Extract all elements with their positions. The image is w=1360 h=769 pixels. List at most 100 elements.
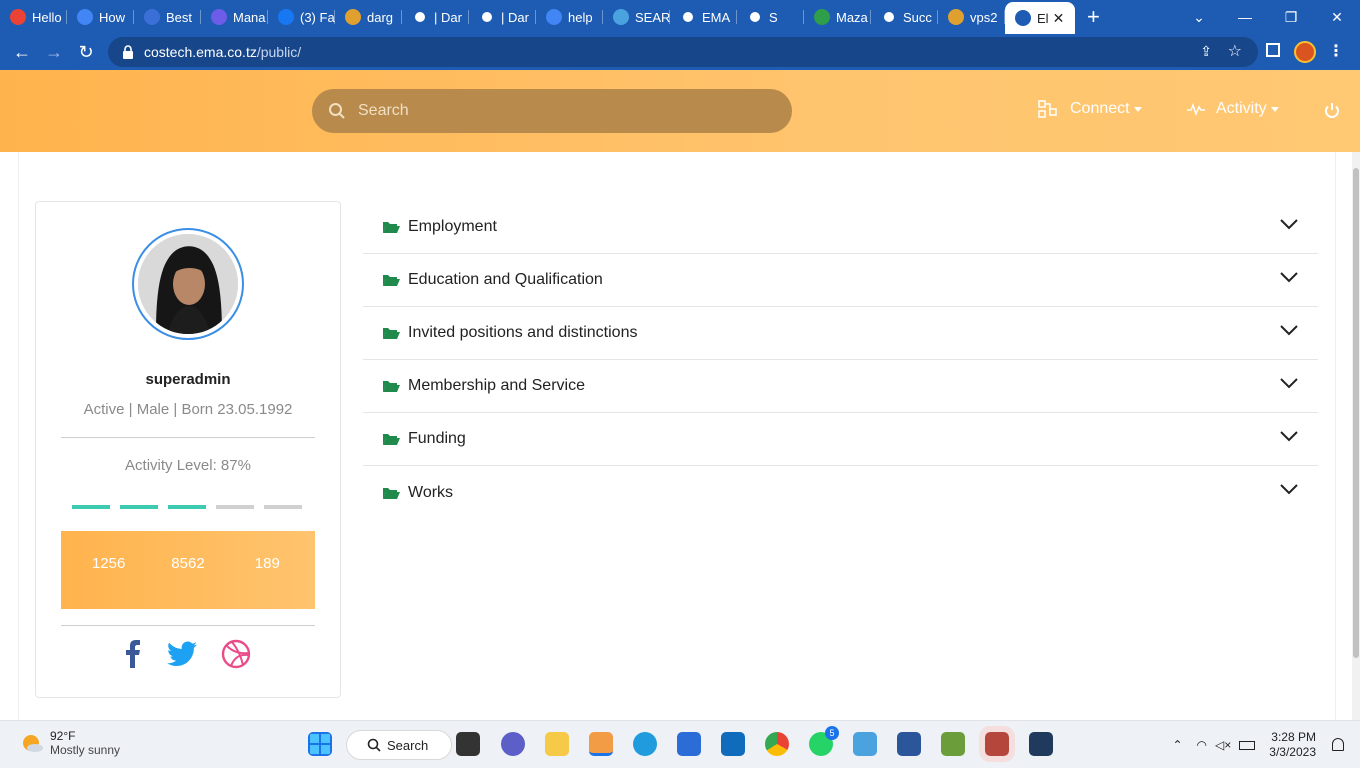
profile-card: superadmin Active | Male | Born 23.05.19… (35, 201, 341, 698)
chevron-down-icon[interactable] (1280, 378, 1298, 389)
facebook-icon[interactable] (125, 640, 143, 668)
accordion-item[interactable]: Invited positions and distinctions (363, 307, 1318, 360)
address-bar[interactable]: costech.ema.co.tz/public/ (108, 37, 1258, 67)
tab-search-icon[interactable]: ⌄ (1176, 9, 1222, 26)
side-panel-icon[interactable] (1266, 43, 1280, 57)
chevron-up-icon[interactable]: ⌃ (1172, 738, 1182, 752)
notification-bell-icon[interactable] (1332, 738, 1344, 751)
accordion-label: Works (408, 483, 454, 501)
browser-tab[interactable]: vps2 (938, 0, 1005, 34)
xampp-icon[interactable] (979, 726, 1015, 762)
accordion-label: Funding (408, 430, 466, 447)
minimize-button[interactable]: — (1222, 9, 1268, 25)
browser-menu-icon[interactable]: ⋮ (1328, 41, 1344, 61)
browser-tab[interactable]: (3) Fa (268, 0, 335, 34)
browser-tab[interactable]: Maza (804, 0, 871, 34)
microsoft-store-icon[interactable] (677, 732, 701, 756)
folder-open-icon (383, 328, 400, 339)
close-tab-icon[interactable]: ✕ (1053, 10, 1065, 27)
profile-accordion: Employment Education and Qualification Inv… (363, 201, 1318, 519)
file-explorer-icon[interactable] (545, 732, 569, 756)
reload-button[interactable]: ↻ (70, 42, 102, 63)
search-box[interactable] (312, 89, 792, 133)
accordion-item[interactable]: Membership and Service (363, 360, 1318, 413)
chevron-down-icon (1133, 106, 1142, 112)
wifi-icon[interactable]: ◠ (1197, 738, 1207, 752)
forward-button[interactable]: → (38, 42, 70, 63)
power-icon[interactable] (1323, 102, 1341, 120)
accordion-item[interactable]: Education and Qualification (363, 254, 1318, 307)
app-icon[interactable] (1029, 732, 1053, 756)
stat-value: 8562 (171, 554, 205, 572)
k-icon (613, 9, 629, 25)
profile-stats: 1256 8562 189 (61, 531, 315, 609)
app-header: Connect Activity (0, 70, 1360, 152)
notepad-icon[interactable] (941, 732, 965, 756)
whatsapp-icon[interactable]: 5 (809, 726, 839, 756)
clock[interactable]: 3:28 PM 3/3/2023 (1269, 730, 1316, 760)
accordion-label: Invited positions and distinctions (408, 324, 638, 341)
share-icon[interactable]: ⇪ (1200, 43, 1212, 60)
notification-badge: 5 (825, 726, 839, 740)
lock-icon (123, 45, 133, 59)
chevron-down-icon[interactable] (1280, 484, 1298, 495)
stat-value: 189 (254, 554, 280, 572)
browser-tab[interactable]: El ✕ (1005, 2, 1075, 34)
browser-tab[interactable]: darg (335, 0, 402, 34)
paint-icon[interactable] (853, 732, 877, 756)
word-icon[interactable] (897, 732, 921, 756)
bookmark-star-icon[interactable]: ☆ (1228, 41, 1242, 61)
browser-tab[interactable]: Succ (871, 0, 938, 34)
activity-pulse-icon (1187, 102, 1205, 117)
browser-tab[interactable]: Hello (0, 0, 67, 34)
search-input[interactable] (358, 102, 758, 120)
chevron-down-icon[interactable] (1280, 325, 1298, 336)
browser-toolbar: ← → ↻ costech.ema.co.tz/public/ ⇪ ☆ ⋮ (0, 34, 1360, 70)
browser-tab[interactable]: S (737, 0, 804, 34)
teams-chat-icon[interactable] (501, 732, 525, 756)
new-tab-button[interactable]: + (1087, 4, 1107, 30)
taskbar-search[interactable]: Search (346, 730, 452, 760)
weather-widget[interactable]: 92°F Mostly sunny (18, 729, 120, 757)
mail-icon[interactable] (721, 732, 745, 756)
battery-icon[interactable] (1239, 740, 1256, 750)
snipping-tool-icon[interactable] (589, 732, 613, 756)
accordion-item[interactable]: Funding (363, 413, 1318, 466)
chevron-down-icon[interactable] (1280, 431, 1298, 442)
activity-bar-empty (264, 505, 302, 509)
url-path: /public/ (256, 44, 302, 60)
sail-icon (948, 9, 964, 25)
chrome-icon[interactable] (765, 732, 789, 756)
browser-tab-title: help (568, 9, 593, 25)
restore-button[interactable]: ❐ (1268, 9, 1314, 26)
browser-tab[interactable]: Mana (201, 0, 268, 34)
browser-tab[interactable]: | Dar (402, 0, 469, 34)
chevron-down-icon[interactable] (1280, 219, 1298, 230)
back-button[interactable]: ← (6, 42, 38, 63)
browser-tab-title: How (99, 9, 126, 25)
browser-tab-title: Mana (233, 9, 266, 25)
scrollbar-thumb[interactable] (1353, 168, 1359, 658)
twitter-icon[interactable] (167, 641, 197, 667)
chevron-down-icon[interactable] (1280, 272, 1298, 283)
clock-date: 3/3/2023 (1269, 745, 1316, 759)
browser-tab[interactable]: How (67, 0, 134, 34)
activity-menu[interactable]: Activity (1186, 100, 1279, 118)
social-links (36, 639, 340, 669)
browser-tab[interactable]: SEAR (603, 0, 670, 34)
activity-label: Activity (1216, 100, 1267, 117)
browser-tab[interactable]: Best (134, 0, 201, 34)
edge-browser-icon[interactable] (633, 732, 657, 756)
accordion-item[interactable]: Works (363, 466, 1318, 519)
dribbble-icon[interactable] (221, 639, 251, 669)
browser-tab[interactable]: | Dar (469, 0, 536, 34)
volume-muted-icon[interactable]: ◁× (1215, 738, 1231, 752)
connect-menu[interactable]: Connect (1038, 100, 1142, 118)
browser-tab[interactable]: help (536, 0, 603, 34)
close-window-button[interactable]: ✕ (1314, 9, 1360, 26)
browser-tab[interactable]: EMA (670, 0, 737, 34)
profile-avatar[interactable] (1294, 41, 1316, 63)
windows-start-icon[interactable] (308, 732, 332, 756)
accordion-item[interactable]: Employment (363, 201, 1318, 254)
task-view-icon[interactable] (456, 732, 480, 756)
